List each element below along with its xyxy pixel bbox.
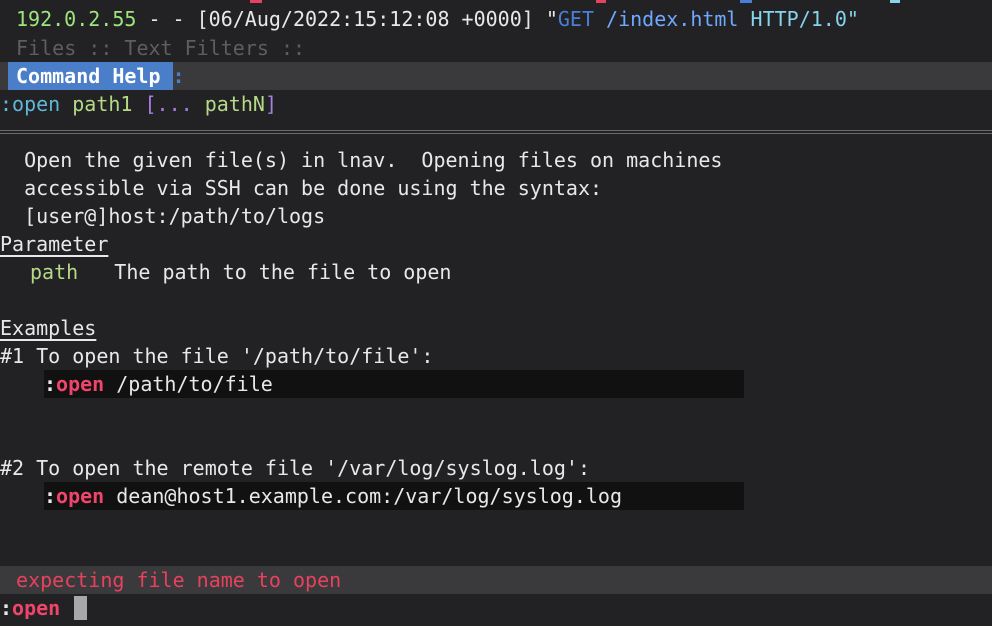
synopsis-colon: : (0, 92, 13, 116)
log-ip: 192.0.2.55 (16, 7, 137, 31)
tab-bar[interactable]: Files :: Text Filters :: (0, 34, 992, 62)
tabs-label[interactable]: Files :: Text Filters :: (4, 36, 305, 60)
prompt-command[interactable]: open (12, 596, 60, 620)
example-colon: : (44, 372, 57, 396)
example-title: #2 To open the remote file '/var/log/sys… (0, 456, 591, 480)
help-separator: : (172, 64, 185, 88)
synopsis-close: ] (264, 92, 277, 116)
parameter-heading-row: Parameter (0, 230, 992, 258)
example-argument: /path/to/file (104, 372, 273, 396)
synopsis-optional: [... (132, 92, 205, 116)
parameter-heading: Parameter (0, 232, 109, 256)
command-prompt[interactable]: :open (0, 594, 992, 622)
examples-heading-row: Examples (0, 314, 992, 342)
log-line[interactable]: 192.0.2.55 - - [06/Aug/2022:15:12:08 +00… (0, 5, 992, 33)
example-code[interactable]: :open /path/to/file (44, 370, 744, 398)
help-divider (0, 130, 992, 134)
text-cursor (74, 596, 88, 620)
log-protocol: HTTP/1.0" (738, 7, 859, 31)
error-status-bar: expecting file name to open (0, 566, 992, 594)
description-line: Open the given file(s) in lnav. Opening … (0, 148, 723, 172)
example-colon: : (44, 484, 57, 508)
example-command: open (56, 372, 105, 396)
synopsis-param-n: pathN (204, 92, 265, 116)
parameter-row: path The path to the file to open (0, 258, 992, 286)
examples-heading: Examples (0, 316, 97, 340)
example-argument: dean@host1.example.com:/var/log/syslog.l… (104, 484, 622, 508)
description-line: [user@]host:/path/to/logs (0, 204, 326, 228)
synopsis-param: path1 (60, 92, 133, 116)
description-line: accessible via SSH can be done using the… (0, 176, 603, 200)
command-help-title: Command Help (8, 62, 173, 90)
previous-line-fragment (0, 0, 992, 3)
example-code[interactable]: :open dean@host1.example.com:/var/log/sy… (44, 482, 744, 510)
parameter-description: The path to the file to open (78, 260, 452, 284)
prompt-colon: : (0, 596, 13, 620)
log-method: GET (557, 7, 594, 31)
log-timestamp: - - [06/Aug/2022:15:12:08 +0000] " (136, 7, 558, 31)
command-help-bar: Command Help : (0, 62, 992, 90)
command-synopsis: :open path1 [... pathN] (0, 90, 992, 118)
example-title: #1 To open the file '/path/to/file': (0, 344, 434, 368)
error-message: expecting file name to open (4, 568, 342, 592)
synopsis-command: open (12, 92, 61, 116)
log-url: /index.html (593, 7, 739, 31)
parameter-name: path (30, 260, 79, 284)
example-command: open (56, 484, 105, 508)
